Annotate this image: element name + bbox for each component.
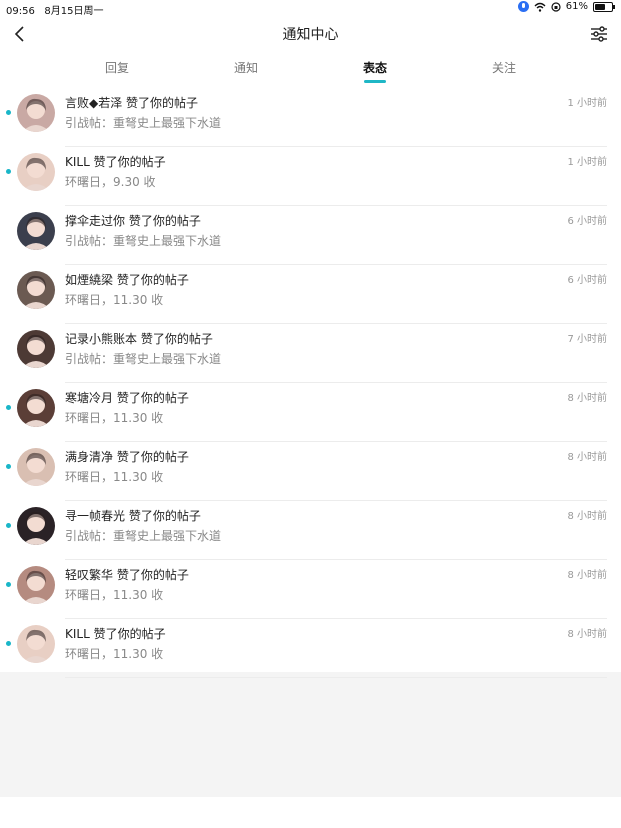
top-bar: 通知中心 回复 通知 表态 关注: [0, 16, 621, 88]
list-item[interactable]: 记录小熊账本 赞了你的帖子 引战帖：重弩史上最强下水道 7 小时前: [0, 324, 621, 383]
page-title: 通知中心: [282, 27, 339, 43]
wifi-icon: [534, 2, 546, 12]
microphone-icon: [517, 1, 529, 12]
notification-title: 如煙繞梁 赞了你的帖子: [65, 273, 189, 287]
tab-notices[interactable]: 通知: [206, 59, 286, 76]
notification-title: 满身清净 赞了你的帖子: [65, 450, 189, 464]
unread-dot: [6, 464, 11, 469]
status-icons: 61%: [517, 1, 615, 12]
unread-dot: [6, 523, 11, 528]
unread-dot: [6, 582, 11, 587]
notification-title: KILL 赞了你的帖子: [65, 627, 166, 641]
notification-list: 言败◆若泽 赞了你的帖子 引战帖：重弩史上最强下水道 1 小时前 KILL 赞了你的帖…: [0, 88, 621, 678]
battery-percent: 61%: [565, 1, 588, 12]
unread-dot: [6, 110, 11, 115]
list-item[interactable]: 寻一帧春光 赞了你的帖子引战帖：重弩史上最强下水道 8 小时前: [0, 501, 621, 560]
post-title[interactable]: 环曙日，11.30 收: [65, 645, 163, 662]
avatar[interactable]: [17, 448, 55, 486]
timestamp: 7 小时前: [567, 334, 607, 345]
timestamp: 6 小时前: [567, 275, 607, 286]
list-item[interactable]: 轻叹繁华 赞了你的帖子 环曙日，11.30 收 8 小时前: [0, 560, 621, 619]
tab-reactions[interactable]: 表态: [335, 59, 415, 76]
timestamp: 8 小时前: [567, 452, 607, 463]
list-item[interactable]: 撑伞走过你 赞了你的帖子引战帖：重弩史上最强下水道 6 小时前: [0, 206, 621, 265]
notification-title: 言败◆若泽 赞了你的帖子: [65, 96, 199, 110]
notification-title: KILL 赞了你的帖子: [65, 155, 166, 169]
timestamp: 1 小时前: [567, 157, 607, 168]
post-title[interactable]: 引战帖：重弩史上最强下水道: [65, 527, 221, 544]
battery-level: [595, 3, 605, 10]
notification-title: 轻叹繁华 赞了你的帖子: [65, 568, 189, 582]
timestamp: 1 小时前: [567, 98, 607, 109]
post-title[interactable]: 引战帖：重弩史上最强下水道: [65, 232, 221, 249]
row-divider: [65, 677, 607, 678]
lock-rotation-icon: [551, 1, 561, 12]
avatar[interactable]: [17, 271, 55, 309]
tab-follows[interactable]: 关注: [464, 59, 544, 76]
notification-title: 记录小熊账本 赞了你的帖子: [65, 332, 213, 346]
avatar[interactable]: [17, 625, 55, 663]
notification-title: 撑伞走过你 赞了你的帖子: [65, 214, 201, 228]
unread-dot: [6, 169, 11, 174]
timestamp: 8 小时前: [567, 393, 607, 404]
list-item[interactable]: 如煙繞梁 赞了你的帖子 环曙日，11.30 收 6 小时前: [0, 265, 621, 324]
avatar[interactable]: [17, 389, 55, 427]
timestamp: 8 小时前: [567, 511, 607, 522]
post-title[interactable]: 引战帖：重弩史上最强下水道: [65, 114, 221, 131]
status-bar: 09:56 8月15日周一 61%: [0, 0, 621, 17]
unread-dot: [6, 405, 11, 410]
tab-replies[interactable]: 回复: [77, 59, 157, 76]
list-item[interactable]: KILL 赞了你的帖子 环曙日，9.30 收 1 小时前: [0, 147, 621, 206]
notification-title: 寻一帧春光 赞了你的帖子: [65, 509, 201, 523]
post-title[interactable]: 环曙日，11.30 收: [65, 468, 163, 485]
avatar[interactable]: [17, 94, 55, 132]
avatar[interactable]: [17, 330, 55, 368]
avatar[interactable]: [17, 212, 55, 250]
notification-title: 寒塘冷月 赞了你的帖子: [65, 391, 189, 405]
battery-icon: [593, 1, 615, 12]
avatar[interactable]: [17, 566, 55, 604]
post-title[interactable]: 环曙日，11.30 收: [65, 291, 163, 308]
tab-bar: 回复 通知 表态 关注: [0, 59, 621, 85]
active-tab-indicator: [364, 80, 386, 83]
sliders-icon[interactable]: [589, 24, 609, 44]
list-item[interactable]: 言败◆若泽 赞了你的帖子引战帖：重弩史上最强下水道 1 小时前: [0, 88, 621, 147]
avatar[interactable]: [17, 507, 55, 545]
timestamp: 8 小时前: [567, 570, 607, 581]
unread-dot: [6, 641, 11, 646]
bottom-bar: [0, 797, 621, 828]
list-item[interactable]: 满身清净 赞了你的帖子 环曙日，11.30 收 8 小时前: [0, 442, 621, 501]
post-title[interactable]: 引战帖：重弩史上最强下水道: [65, 350, 221, 367]
status-time-date: 09:56 8月15日周一: [6, 2, 103, 17]
avatar[interactable]: [17, 153, 55, 191]
post-title[interactable]: 环曙日，11.30 收: [65, 409, 163, 426]
timestamp: 8 小时前: [567, 629, 607, 640]
post-title[interactable]: 环曙日，11.30 收: [65, 586, 163, 603]
post-title[interactable]: 环曙日，9.30 收: [65, 173, 156, 190]
timestamp: 6 小时前: [567, 216, 607, 227]
list-item[interactable]: 寒塘冷月 赞了你的帖子 环曙日，11.30 收 8 小时前: [0, 383, 621, 442]
list-item[interactable]: KILL 赞了你的帖子 环曙日，11.30 收 8 小时前: [0, 619, 621, 678]
